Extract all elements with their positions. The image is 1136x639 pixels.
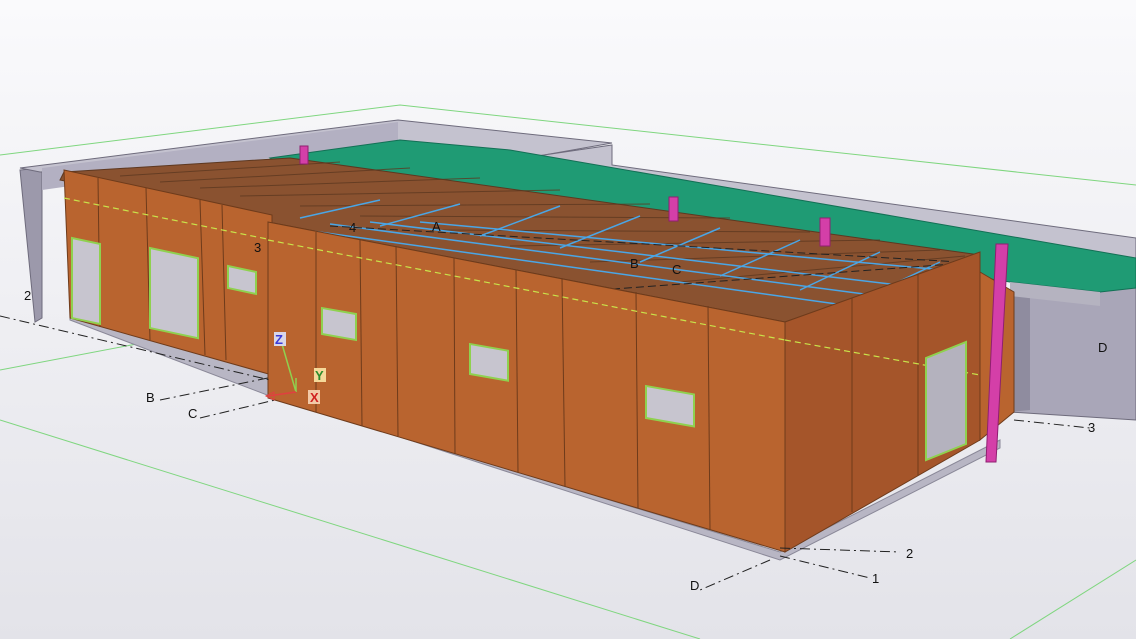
door-opening-left — [71, 236, 101, 326]
axis-z-label: Z — [275, 332, 283, 347]
door-opening[interactable] — [149, 246, 199, 340]
window-main-1 — [321, 306, 357, 342]
grid-label-2-front: 2 — [906, 546, 913, 561]
grid-label-2-left: 2 — [24, 288, 31, 303]
grid-label-3-left: 3 — [254, 240, 261, 255]
window-main-2 — [469, 342, 509, 382]
grid-label-A-roof: A — [432, 219, 441, 234]
grid-label-D-right: D — [1098, 340, 1107, 355]
grid-label-C-roof: C — [672, 262, 681, 277]
column — [299, 145, 309, 165]
grid-label-C-left: C — [188, 406, 197, 421]
window-left-wing — [227, 264, 257, 296]
axis-y-label: Y — [315, 368, 324, 383]
grid-label-B-left: B — [146, 390, 155, 405]
axis-x-label: X — [310, 390, 319, 405]
model-viewport[interactable]: 2 3 4 B C A B C D 3 2 1 D Z Y X — [0, 0, 1136, 639]
door-opening-middle — [149, 246, 199, 340]
grid-label-4-left: 4 — [349, 220, 356, 235]
grid-label-3-right: 3 — [1088, 420, 1095, 435]
door-opening[interactable] — [925, 340, 967, 462]
grid-label-1-front: 1 — [872, 571, 879, 586]
window-opening[interactable] — [227, 264, 257, 296]
model-3d-scene[interactable]: 2 3 4 B C A B C D 3 2 1 D Z Y X — [0, 0, 1136, 639]
grid-label-B-roof: B — [630, 256, 639, 271]
end-wall-door — [925, 340, 967, 462]
window-opening[interactable] — [469, 342, 509, 382]
column — [819, 217, 831, 247]
window-opening[interactable] — [321, 306, 357, 342]
door-opening[interactable] — [71, 236, 101, 326]
column — [668, 196, 679, 222]
grid-label-D-front: D — [690, 578, 699, 593]
